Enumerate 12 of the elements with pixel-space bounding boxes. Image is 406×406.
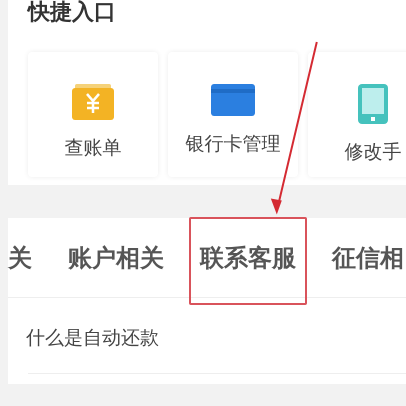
- shortcut-tile[interactable]: 银行卡管理: [168, 52, 298, 177]
- wallet-icon: [72, 84, 114, 120]
- tab[interactable]: 关: [8, 240, 32, 276]
- phone-icon: [358, 84, 388, 124]
- tab[interactable]: 征信相: [332, 240, 404, 276]
- tab[interactable]: 联系客服: [200, 240, 296, 276]
- shortcut-tile[interactable]: 修改手: [308, 52, 406, 177]
- card-icon: [211, 84, 255, 116]
- section-title: 快捷入口: [28, 0, 117, 26]
- question-item[interactable]: 什么是自动还款: [8, 298, 406, 352]
- shortcut-tile[interactable]: 查账单: [28, 52, 158, 177]
- tab[interactable]: 账户相关: [68, 240, 164, 276]
